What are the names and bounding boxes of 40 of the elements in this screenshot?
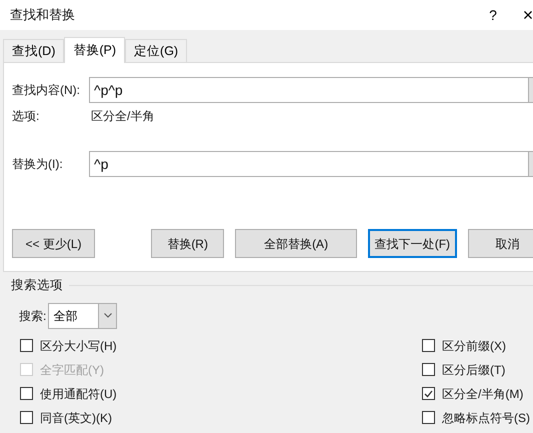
options-label: 选项: [12,108,40,125]
options-value: 区分全/半角 [91,108,154,125]
checkbox-label: 使用通配符(U) [40,386,117,403]
tab[interactable]: 替换(P) [64,37,126,63]
checkbox[interactable] [422,387,435,400]
field-value: ^p^p [93,81,124,100]
checkbox-label: 区分前缀(X) [442,338,506,355]
checkbox-label: 区分大小写(H) [40,338,117,355]
tab[interactable]: 查找(D) [3,39,64,62]
help-button[interactable]: ? [480,4,506,26]
select-value: 全部 [52,308,78,325]
search-select[interactable]: 全部 [48,302,118,329]
section-title: 搜索选项 [11,277,63,294]
search-label: 搜索: [19,308,46,325]
checkbox-label: 同音(英文)(K) [40,410,112,427]
replace-label: 替换为(I): [12,156,64,173]
checkbox[interactable] [422,411,435,424]
checkbox[interactable] [422,339,435,352]
checkbox[interactable] [422,363,435,376]
checkbox-label: 区分后缀(T) [442,362,506,379]
field-value: ^p [93,155,110,174]
combo-field[interactable]: ^p^p [89,77,533,103]
chevron-down-icon [104,313,112,318]
dialog-button[interactable]: 全部替换(A) [235,229,357,258]
checkbox[interactable] [20,387,33,400]
find-label: 查找内容(N): [12,82,81,99]
tab[interactable]: 定位(G) [125,39,188,62]
dialog-button[interactable]: 查找下一处(F) [368,229,457,258]
dialog-button[interactable]: 替换(R) [151,229,224,258]
checkbox-label: 忽略标点符号(S) [442,410,530,427]
checkbox-label: 区分全/半角(M) [442,386,524,403]
checkmark-icon [424,390,433,398]
checkbox[interactable] [20,411,33,424]
window-title: 查找和替换 [10,6,76,24]
dialog-button[interactable]: 取消 [468,229,533,258]
combo-field[interactable]: ^p [89,151,533,177]
dialog-button[interactable]: << 更少(L) [12,229,96,258]
close-button[interactable]: × [518,2,533,28]
checkbox[interactable] [20,339,33,352]
checkbox-label: 全字匹配(Y) [40,362,104,379]
